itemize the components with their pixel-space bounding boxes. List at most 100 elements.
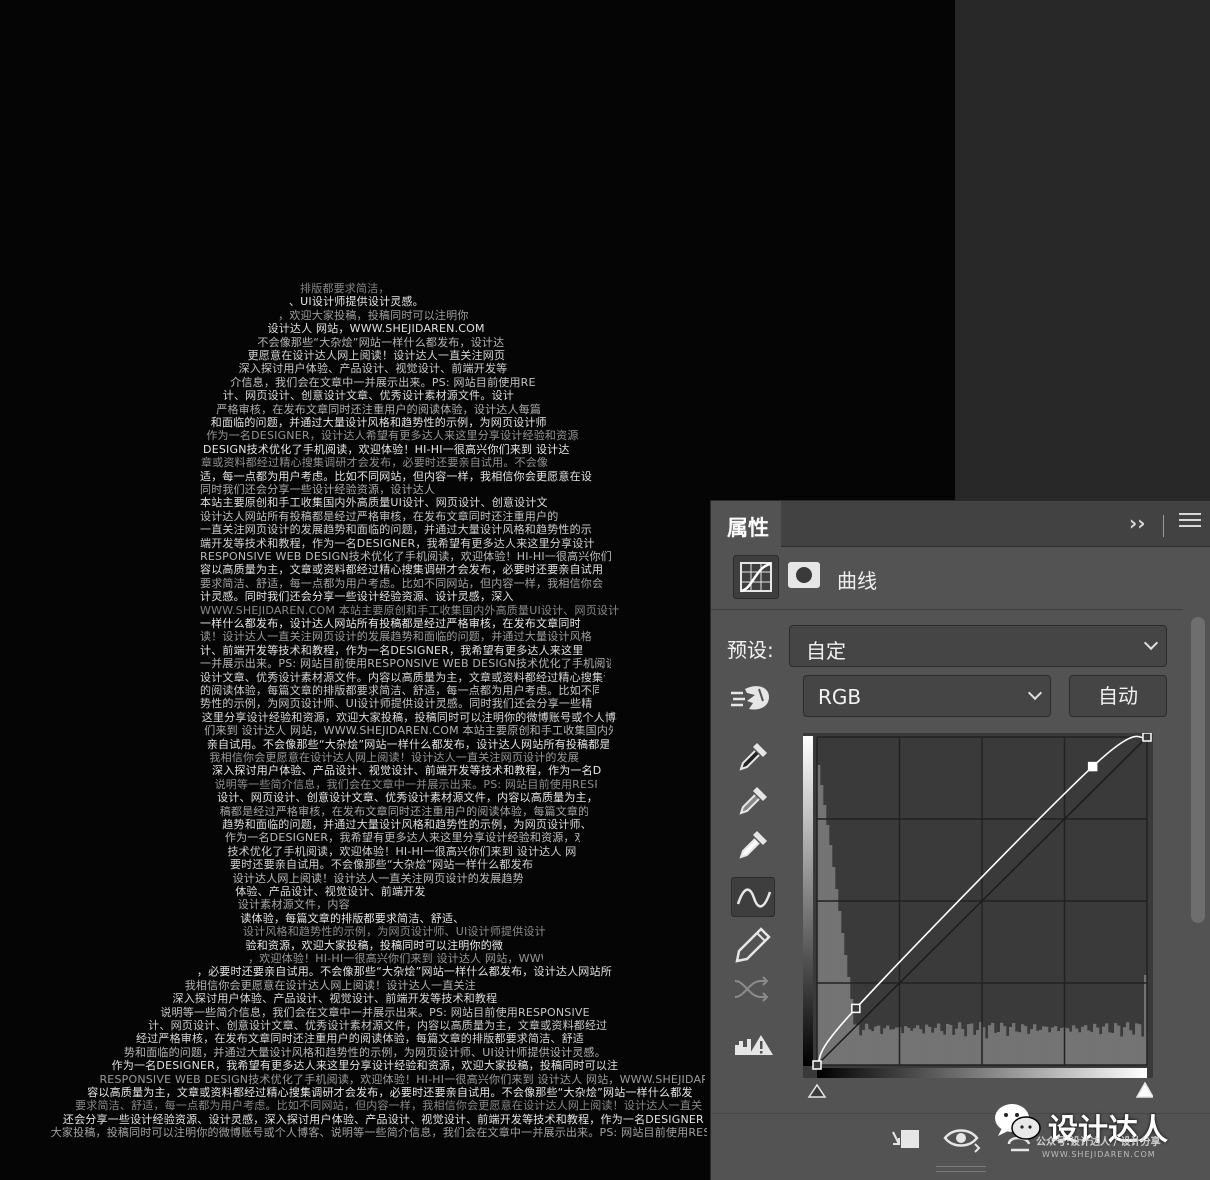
curve-control-point[interactable] <box>1087 761 1098 772</box>
white-point-slider[interactable] <box>1135 1081 1155 1098</box>
panel-resize-grip[interactable] <box>936 1166 986 1172</box>
histogram-bar <box>1024 1025 1028 1065</box>
properties-panel: 属性 ›› 曲线 预设: 自定 RGB 自动 <box>710 500 1210 1180</box>
pasteboard-area <box>955 0 1210 500</box>
histogram-bar <box>1060 1027 1064 1065</box>
preset-label: 预设: <box>727 638 774 662</box>
histogram-bar <box>877 1025 881 1065</box>
panel-header: 属性 ›› <box>711 501 1210 547</box>
histogram-bar <box>1018 1032 1022 1065</box>
histogram-bar <box>1096 1027 1100 1065</box>
watermark-subtitle: 公众号:设计达人 / 设计分享 <box>1036 1137 1161 1148</box>
curves-graph[interactable] <box>803 732 1155 1113</box>
curve-control-point[interactable] <box>851 1003 861 1014</box>
histogram-bar <box>931 1032 935 1065</box>
adjustment-name: 曲线 <box>837 569 877 593</box>
black-point-eyedropper-icon[interactable] <box>731 737 775 777</box>
histogram-bar <box>967 1024 971 1065</box>
histogram-bar <box>847 977 851 1065</box>
view-previous-state-icon[interactable] <box>943 1122 983 1156</box>
properties-tab[interactable]: 属性 <box>711 501 781 547</box>
histogram-bar <box>1081 1026 1085 1065</box>
panel-scrollbar[interactable] <box>1185 609 1210 1109</box>
histogram-bar <box>1015 1031 1019 1065</box>
histogram-bar <box>883 1028 887 1065</box>
histogram-bar <box>961 1028 965 1065</box>
histogram-bar <box>1126 1022 1130 1065</box>
histogram-bar <box>1000 1022 1004 1065</box>
curve-control-point[interactable] <box>812 1060 822 1070</box>
histogram-bar <box>928 1026 932 1065</box>
histogram-bar <box>949 1024 953 1065</box>
histogram-bar <box>994 1032 998 1065</box>
histogram-bar <box>934 1027 938 1065</box>
histogram-bar <box>1027 1033 1031 1065</box>
collapse-panel-button[interactable]: ›› <box>1129 511 1145 535</box>
histogram-bar <box>1048 1032 1052 1065</box>
histogram-bar <box>997 1031 1001 1065</box>
histogram-bar <box>1066 1028 1070 1065</box>
histogram-bar <box>829 845 833 1065</box>
histogram-bar <box>895 1027 899 1065</box>
histogram-bar <box>865 1023 869 1065</box>
histogram-bar <box>958 1022 962 1065</box>
histogram-bar <box>1099 1034 1103 1065</box>
preset-dropdown[interactable]: 自定 <box>789 625 1167 667</box>
clipping-warning-icon[interactable] <box>731 1021 775 1061</box>
histogram-bar <box>916 1025 920 1065</box>
histogram-bar <box>913 1028 917 1065</box>
scrollbar-thumb[interactable] <box>1191 617 1205 923</box>
clip-to-layer-icon[interactable] <box>887 1124 923 1156</box>
histogram-bar <box>910 1030 914 1065</box>
pencil-icon[interactable] <box>731 923 775 963</box>
channel-dropdown[interactable]: RGB <box>803 675 1051 717</box>
histogram-bar <box>1045 1026 1049 1065</box>
histogram-bar <box>1105 1023 1109 1065</box>
histogram-bar <box>1120 1036 1124 1065</box>
histogram-bar <box>901 1033 905 1065</box>
histogram-bar <box>841 933 845 1065</box>
histogram-bar <box>919 1029 923 1065</box>
smooth-curve-icon[interactable] <box>731 969 775 1009</box>
histogram-bar <box>1030 1029 1034 1065</box>
panel-menu-icon[interactable] <box>1179 513 1201 533</box>
curves-adjustment-icon[interactable] <box>733 555 779 599</box>
histogram-bar <box>880 1033 884 1065</box>
histogram-bar <box>859 1035 863 1065</box>
histogram-bar <box>1006 1035 1010 1065</box>
chevron-down-icon <box>1143 635 1159 651</box>
histogram-bar <box>964 1036 968 1065</box>
input-gradient-bar <box>817 1068 1147 1078</box>
histogram-bar <box>907 1027 911 1065</box>
histogram-bar <box>826 825 830 1065</box>
histogram-bar <box>856 1024 860 1065</box>
histogram-bar <box>1078 1032 1082 1065</box>
histogram-bar <box>970 1023 974 1065</box>
gray-point-eyedropper-icon[interactable] <box>731 781 775 821</box>
histogram-bar <box>1069 1031 1073 1065</box>
histogram-bar <box>1090 1031 1094 1065</box>
white-point-eyedropper-icon[interactable] <box>731 825 775 865</box>
histogram-bar <box>976 1029 980 1065</box>
histogram-bar <box>1087 1030 1091 1065</box>
histogram-bar <box>925 1024 929 1065</box>
auto-button[interactable]: 自动 <box>1069 675 1167 717</box>
histogram-bar <box>1102 1026 1106 1065</box>
curve-control-point[interactable] <box>1142 732 1152 742</box>
layer-mask-icon[interactable] <box>787 561 821 589</box>
chevron-down-icon <box>1027 685 1043 701</box>
histogram-bar <box>1042 1026 1046 1065</box>
histogram-bar <box>940 1031 944 1065</box>
histogram-bar <box>1039 1029 1043 1065</box>
histogram-bar <box>1138 1024 1142 1065</box>
histogram-bar <box>973 1034 977 1065</box>
output-gradient-bar <box>803 736 813 1066</box>
histogram-bar <box>889 1029 893 1065</box>
histogram-bar <box>1117 1025 1121 1065</box>
black-point-slider[interactable] <box>807 1083 827 1098</box>
histogram-bar <box>871 1031 875 1065</box>
edit-points-curve-icon[interactable] <box>731 877 775 917</box>
histogram-bar <box>1054 1026 1058 1065</box>
target-adjustment-hand-icon[interactable] <box>729 681 775 715</box>
histogram-bar <box>1009 1026 1013 1065</box>
